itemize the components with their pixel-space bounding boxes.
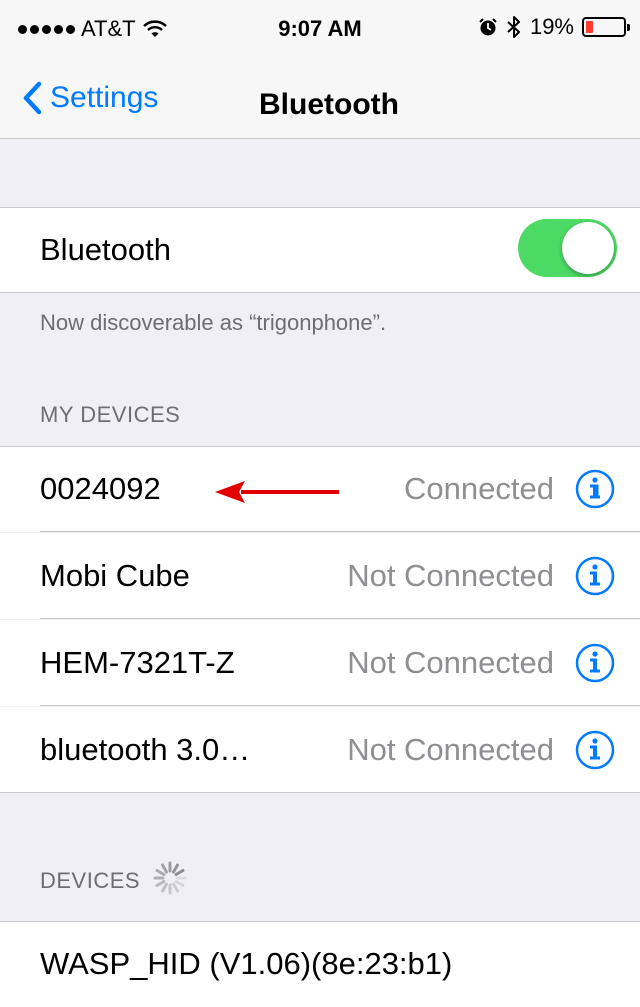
info-icon[interactable]	[575, 730, 615, 770]
device-name: Mobi Cube	[40, 558, 190, 593]
bluetooth-icon	[507, 16, 520, 38]
my-devices-header: MY DEVICES	[40, 402, 181, 427]
spinner-icon	[153, 861, 187, 895]
device-name: 0024092	[40, 471, 161, 506]
alarm-icon	[479, 18, 497, 36]
info-icon[interactable]	[575, 556, 615, 596]
device-row-mobi-cube[interactable]: Mobi Cube Not Connected	[0, 533, 640, 619]
device-status: Not Connected	[347, 732, 554, 767]
battery-nub	[627, 24, 630, 31]
spinner-tick	[161, 882, 168, 893]
spinner-tick	[155, 869, 166, 876]
spinner-tick	[161, 863, 168, 874]
divider	[40, 531, 640, 532]
divider	[40, 705, 640, 706]
device-name: bluetooth 3.0…	[40, 732, 251, 767]
status-bar: AT&T 9:07 AM 19%	[0, 0, 640, 64]
spinner-tick	[155, 880, 166, 887]
spinner-tick	[172, 863, 179, 874]
navigation-bar: Settings Bluetooth	[0, 64, 640, 139]
device-name: HEM-7321T-Z	[40, 645, 235, 680]
divider	[0, 292, 640, 293]
bluetooth-label: Bluetooth	[40, 232, 171, 267]
bluetooth-toggle[interactable]	[518, 219, 617, 277]
battery-fill	[586, 21, 593, 33]
spinner-tick	[174, 869, 185, 876]
device-status: Not Connected	[347, 645, 554, 680]
discoverable-text: Now discoverable as “trigonphone”.	[40, 310, 387, 335]
arrow-left-icon	[215, 481, 339, 503]
spinner-tick	[172, 882, 179, 893]
info-icon[interactable]	[575, 643, 615, 683]
divider	[40, 618, 640, 619]
device-row-wasp-hid[interactable]: WASP_HID (V1.06)(8e:23:b1)	[0, 921, 640, 1007]
spinner-tick	[174, 880, 185, 887]
device-name: WASP_HID (V1.06)(8e:23:b1)	[40, 946, 453, 981]
device-row-hem-7321t-z[interactable]: HEM-7321T-Z Not Connected	[0, 620, 640, 706]
bluetooth-toggle-row: Bluetooth	[0, 207, 640, 293]
battery-icon	[582, 17, 630, 37]
info-icon[interactable]	[575, 469, 615, 509]
device-row-bluetooth-3-0[interactable]: bluetooth 3.0… Not Connected	[0, 707, 640, 793]
device-status: Not Connected	[347, 558, 554, 593]
devices-header: DEVICES	[40, 868, 141, 893]
page-title: Bluetooth	[259, 88, 399, 121]
device-status: Connected	[404, 471, 554, 506]
status-right: 19%	[478, 14, 630, 40]
toggle-knob	[562, 222, 614, 274]
battery-percent: 19%	[529, 14, 574, 39]
divider	[0, 792, 640, 793]
